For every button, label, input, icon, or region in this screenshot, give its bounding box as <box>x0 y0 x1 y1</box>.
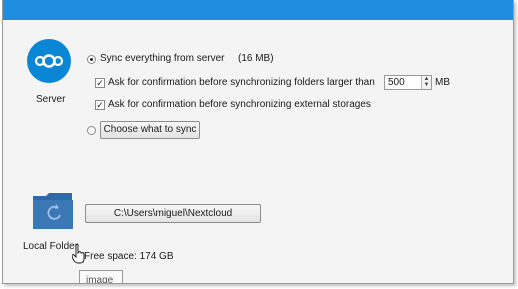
size-unit-label: MB <box>435 77 450 88</box>
title-bar <box>3 0 513 20</box>
ask-large-folders-checkbox[interactable]: ✓ <box>95 78 105 88</box>
local-folder-label: Local Folder <box>23 241 79 252</box>
hand-pointer-icon <box>72 244 85 264</box>
folder-size-limit-value[interactable]: 500 <box>388 77 405 88</box>
sync-size-label: (16 MB) <box>238 53 274 64</box>
nextcloud-logo-icon <box>27 39 71 83</box>
setup-wizard-window: Server Sync everything from server (16 M… <box>2 0 514 284</box>
server-label: Server <box>36 94 66 105</box>
folder-sync-icon <box>33 193 73 229</box>
sync-everything-label: Sync everything from server <box>100 53 225 64</box>
choose-what-to-sync-radio[interactable] <box>87 126 96 135</box>
folder-size-limit-spinbox[interactable]: 500 ▲ ▼ <box>384 75 432 90</box>
free-space-label: Free space: 174 GB <box>84 251 174 262</box>
ask-external-storage-label: Ask for confirmation before synchronizin… <box>108 99 371 110</box>
choose-what-to-sync-button[interactable]: Choose what to sync <box>100 121 200 139</box>
local-folder-path-button[interactable]: C:\Users\miguel\Nextcloud <box>85 204 261 223</box>
ask-external-storage-checkbox[interactable]: ✓ <box>95 100 105 110</box>
spin-arrows-icon[interactable]: ▲ ▼ <box>421 76 431 89</box>
tooltip: image <box>79 270 123 283</box>
ask-large-folders-label: Ask for confirmation before synchronizin… <box>108 77 375 88</box>
sync-everything-radio[interactable] <box>87 55 96 64</box>
